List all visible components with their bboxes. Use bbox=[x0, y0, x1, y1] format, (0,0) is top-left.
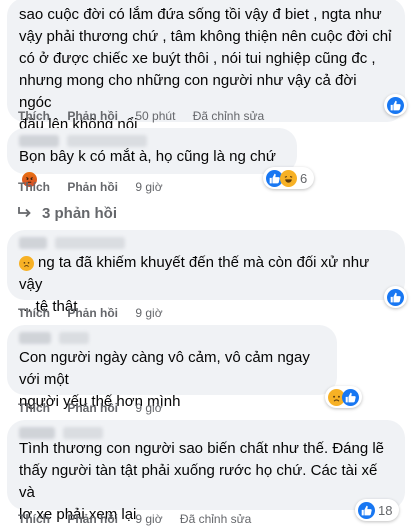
like-button[interactable]: Thích bbox=[18, 401, 50, 415]
reply-button[interactable]: Phản hồi bbox=[67, 306, 118, 320]
edited-label: Đã chỉnh sửa bbox=[179, 512, 252, 526]
comment-line: Bọn bây k có mắt à, họ cũng là ng chứ bbox=[19, 148, 276, 165]
comment-bubble: Con người ngày càng vô cảm, vô cảm ngay … bbox=[7, 325, 337, 410]
replies-count-label: 3 phản hồi bbox=[42, 205, 117, 222]
thumbs-up-icon bbox=[342, 388, 359, 406]
reaction-summary[interactable] bbox=[325, 386, 362, 408]
comment-line: sao cuộc đời có lắm đứa sống tồi vậy đ b… bbox=[19, 6, 382, 23]
comment-timestamp[interactable]: 9 giờ bbox=[135, 512, 162, 526]
reaction-summary[interactable] bbox=[384, 286, 407, 308]
reply-button[interactable]: Phản hồi bbox=[67, 512, 118, 526]
comment-bubble: Bọn bây k có mắt à, họ cũng là ng chứ bbox=[7, 128, 297, 187]
reaction-summary[interactable]: 18 bbox=[355, 499, 400, 521]
reply-button[interactable]: Phản hồi bbox=[67, 180, 118, 194]
commenter-name-redacted[interactable] bbox=[19, 132, 285, 147]
comment-actions: Thích Phản hồi 50 phút Đã chỉnh sửa bbox=[18, 108, 278, 124]
reply-button[interactable]: Phản hồi bbox=[67, 401, 118, 415]
comment-line: có ở được chiếc xe buýt thôi , nói tui n… bbox=[19, 50, 376, 67]
comment-timestamp[interactable]: 9 giờ bbox=[135, 180, 162, 194]
comment-line: Con người ngày càng vô cảm, vô cảm ngay … bbox=[19, 349, 310, 388]
comment-actions: Thích Phản hồi 9 giờ bbox=[18, 179, 177, 195]
comment-actions: Thích Phản hồi 9 giờ bbox=[18, 305, 177, 321]
commenter-name-redacted[interactable] bbox=[19, 424, 393, 439]
comment-timestamp[interactable]: 50 phút bbox=[135, 109, 175, 123]
comment-actions: Thích Phản hồi 9 giờ bbox=[18, 400, 177, 416]
reaction-summary[interactable]: 6 bbox=[263, 167, 315, 189]
comment-line: vậy phải thương chứ , tâm không thiện nê… bbox=[19, 28, 392, 45]
reaction-summary[interactable] bbox=[384, 94, 407, 116]
laughing-emoji-icon bbox=[280, 169, 297, 187]
reaction-count: 18 bbox=[378, 502, 393, 518]
comment-actions: Thích Phản hồi 9 giờ Đã chỉnh sửa bbox=[18, 511, 265, 527]
sad-emoji-icon bbox=[19, 256, 34, 271]
comment-line: Tình thương con người sao biến chất như … bbox=[19, 440, 385, 457]
commenter-name-redacted[interactable] bbox=[19, 329, 325, 344]
comment-line: thấy người tàn tật phải xuống rước họ ch… bbox=[19, 462, 378, 501]
like-button[interactable]: Thích bbox=[18, 512, 50, 526]
reply-arrow-icon bbox=[18, 206, 32, 222]
comment-line: ng ta đã khiếm khuyết đến thế mà còn đối… bbox=[19, 254, 370, 293]
edited-label: Đã chỉnh sửa bbox=[192, 109, 265, 123]
reaction-count: 6 bbox=[300, 170, 308, 186]
commenter-name-redacted[interactable] bbox=[19, 234, 393, 249]
thumbs-up-icon bbox=[387, 288, 404, 306]
reply-button[interactable]: Phản hồi bbox=[67, 109, 118, 123]
like-button[interactable]: Thích bbox=[18, 109, 50, 123]
comment-bubble: sao cuộc đời có lắm đứa sống tồi vậy đ b… bbox=[7, 0, 405, 133]
comment-bubble: ng ta đã khiếm khuyết đến thế mà còn đối… bbox=[7, 230, 405, 315]
comment-bubble: Tình thương con người sao biến chất như … bbox=[7, 420, 405, 523]
comment-timestamp[interactable]: 9 giờ bbox=[135, 401, 162, 415]
view-replies-link[interactable]: 3 phản hồi bbox=[18, 205, 117, 222]
comment-timestamp[interactable]: 9 giờ bbox=[135, 306, 162, 320]
like-button[interactable]: Thích bbox=[18, 180, 50, 194]
thumbs-up-icon bbox=[358, 501, 375, 519]
thumbs-up-icon bbox=[387, 96, 404, 114]
like-button[interactable]: Thích bbox=[18, 306, 50, 320]
